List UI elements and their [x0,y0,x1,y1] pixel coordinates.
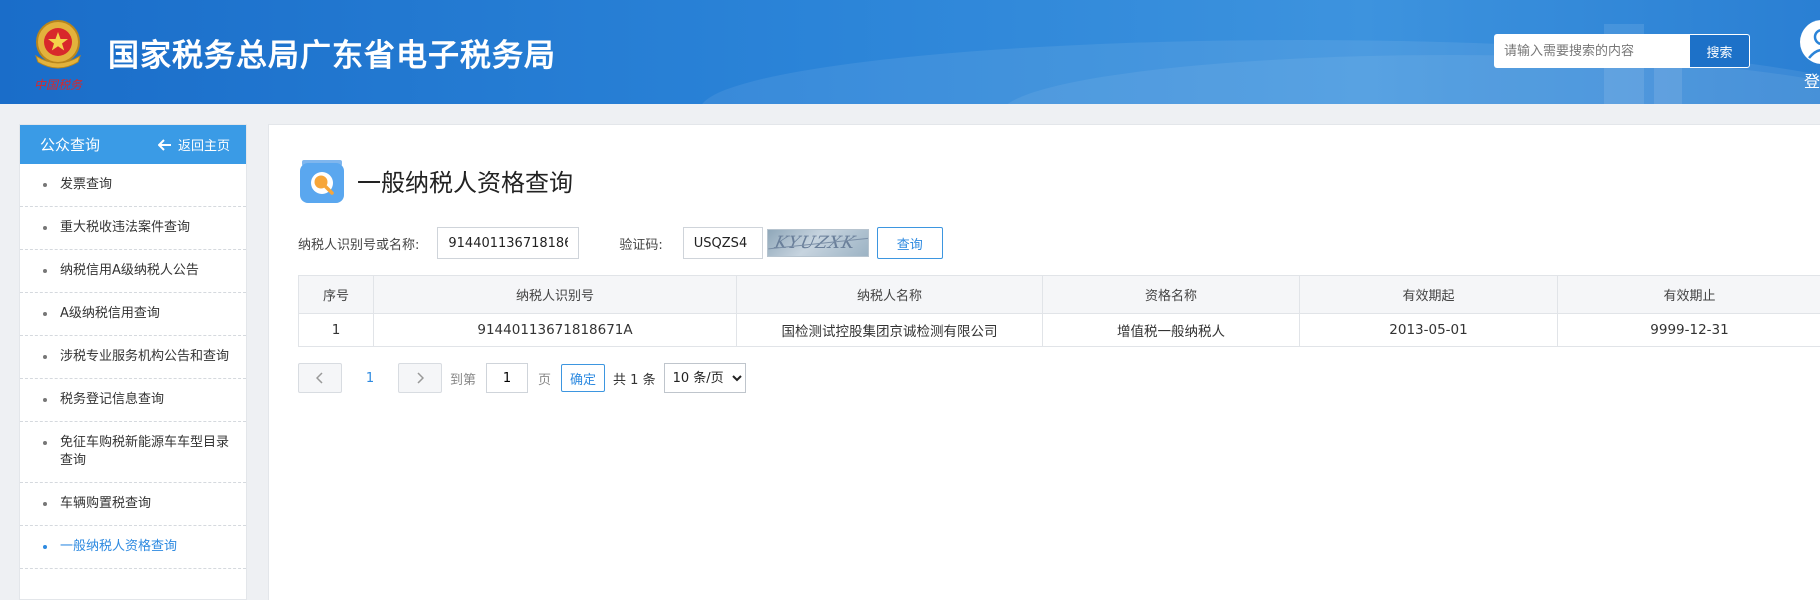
sidebar-item-tax-registration[interactable]: 税务登记信息查询 [20,379,246,422]
column-header: 纳税人名称 [736,275,1043,314]
captcha-image[interactable]: KYUZXK [766,229,869,257]
query-page-icon [300,160,344,203]
captcha-input[interactable] [682,227,763,259]
user-avatar-icon[interactable] [1800,20,1820,64]
total-count: 共 1 条 [613,372,656,388]
main-panel: 一般纳税人资格查询 纳税人识别号或名称: 验证码: KYUZXK 查询 序号 纳… [268,124,1820,600]
header-search: 搜索 [1494,34,1750,68]
site-header: 中国税务 国家税务总局广东省电子税务局 搜索 登录 [0,0,1820,104]
column-header: 序号 [298,275,374,314]
query-button[interactable]: 查询 [876,227,943,259]
pagination: 1 到第 页 确定 共 1 条 10 条/页 [298,363,746,393]
chevron-left-icon [316,372,323,384]
taxpayer-id-label: 纳税人识别号或名称: [298,237,420,253]
emblem-text: 中国税务 [34,78,83,92]
sidebar-item-invoice-query[interactable]: 发票查询 [20,164,246,207]
table-row: 1 91440113671818671A 国检测试控股集团京诚检测有限公司 增值… [298,313,1820,347]
captcha-label: 验证码: [619,237,663,253]
site-title: 国家税务总局广东省电子税务局 [108,38,556,74]
back-home-label: 返回主页 [177,139,230,154]
page-size-select[interactable]: 10 条/页 [663,363,746,393]
goto-suffix: 页 [538,372,552,388]
table-header-row: 序号 纳税人识别号 纳税人名称 资格名称 有效期起 有效期止 [298,275,1820,314]
chevron-right-icon [417,372,424,384]
back-home-link[interactable]: 返回主页 [157,135,230,154]
sidebar-item-new-energy-vehicle[interactable]: 免征车购税新能源车车型目录查询 [20,422,246,483]
page-title: 一般纳税人资格查询 [357,169,573,197]
table-cell: 2013-05-01 [1299,313,1558,347]
login-link[interactable]: 登录 [1804,68,1820,92]
goto-page-input[interactable] [486,363,529,393]
prev-page-button[interactable] [298,363,342,393]
query-form: 纳税人识别号或名称: 验证码: KYUZXK 查询 [298,227,943,259]
column-header: 纳税人识别号 [373,275,737,314]
goto-confirm-button[interactable]: 确定 [561,364,606,392]
table-cell: 9999-12-31 [1557,313,1820,347]
sidebar: 公众查询 返回主页 发票查询 重大税收违法案件查询 纳税信用A级纳税人公告 A级… [19,124,247,600]
table-cell: 增值税一般纳税人 [1042,313,1300,347]
tax-emblem-logo: 中国税务 [34,20,83,92]
page-number[interactable]: 1 [342,371,398,386]
column-header: 有效期起 [1299,275,1558,314]
table-cell: 1 [298,313,374,347]
next-page-button[interactable] [398,363,442,393]
result-table: 序号 纳税人识别号 纳税人名称 资格名称 有效期起 有效期止 1 9144011… [298,275,1820,347]
sidebar-title: 公众查询 [40,136,101,154]
column-header: 资格名称 [1042,275,1300,314]
sidebar-item-tax-service-agency[interactable]: 涉税专业服务机构公告和查询 [20,336,246,379]
taxpayer-id-input[interactable] [437,227,580,259]
table-cell: 国检测试控股集团京诚检测有限公司 [736,313,1043,347]
sidebar-item-vehicle-purchase-tax[interactable]: 车辆购置税查询 [20,483,246,526]
column-header: 有效期止 [1557,275,1820,314]
sidebar-header: 公众查询 返回主页 [20,125,246,164]
sidebar-item-general-taxpayer[interactable]: 一般纳税人资格查询 [20,526,246,569]
sidebar-item-major-tax-violation[interactable]: 重大税收违法案件查询 [20,207,246,250]
back-arrow-icon [157,138,171,151]
search-input[interactable] [1494,34,1689,68]
search-button[interactable]: 搜索 [1689,34,1750,68]
goto-prefix: 到第 [450,372,477,388]
sidebar-item-a-level-credit-query[interactable]: A级纳税信用查询 [20,293,246,336]
sidebar-item-a-level-announcement[interactable]: 纳税信用A级纳税人公告 [20,250,246,293]
table-cell: 91440113671818671A [373,313,737,347]
